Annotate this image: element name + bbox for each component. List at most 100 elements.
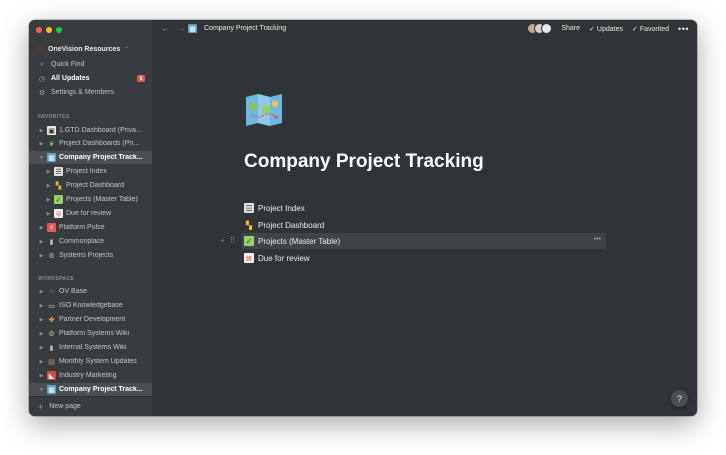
search-icon: ⌕ bbox=[40, 60, 44, 68]
expand-triangle-icon[interactable]: ▶ bbox=[38, 331, 45, 337]
link-label: Due for review bbox=[258, 253, 310, 263]
expand-triangle-icon[interactable]: ▶ bbox=[38, 345, 45, 351]
help-button[interactable]: ? bbox=[671, 390, 688, 407]
sidebar-item-platform-systems-wiki[interactable]: ▶ ⚙ Platform Systems Wiki bbox=[29, 327, 152, 340]
zoom-window-button[interactable] bbox=[56, 27, 62, 33]
expand-triangle-icon[interactable]: ▶ bbox=[38, 359, 45, 365]
quick-find-button[interactable]: ⌕ Quick Find bbox=[29, 58, 152, 71]
map-icon: ▦ bbox=[47, 385, 56, 394]
sidebar-item-systems-projects[interactable]: ▶ ⚙ Systems Projects bbox=[29, 249, 152, 262]
expand-triangle-icon[interactable]: ▶ bbox=[38, 128, 45, 134]
expand-triangle-icon[interactable]: ▶ bbox=[45, 169, 52, 175]
map-icon[interactable] bbox=[244, 93, 284, 127]
all-updates-button[interactable]: ◷ All Updates 5 bbox=[29, 72, 152, 85]
folder-check-icon: ✓ bbox=[54, 195, 63, 204]
share-button[interactable]: Share bbox=[561, 25, 580, 32]
gear-icon: ⚙ bbox=[38, 89, 46, 97]
expand-triangle-icon[interactable]: ▶ bbox=[45, 197, 52, 203]
close-window-button[interactable] bbox=[36, 27, 42, 33]
minimize-window-button[interactable] bbox=[46, 27, 52, 33]
sidebar-item-gtd-dashboard[interactable]: ▶ ▣ 1.GTD Dashboard (Priva... bbox=[29, 124, 152, 137]
sidebar-item-projects-master-table[interactable]: ▶ ✓ Projects (Master Table) bbox=[29, 193, 152, 206]
folder-check-icon: ✓ bbox=[244, 236, 254, 246]
table-icon: ☰ bbox=[244, 203, 254, 213]
gtd-icon: ▣ bbox=[47, 126, 56, 135]
window-controls bbox=[36, 27, 62, 33]
collapse-triangle-icon[interactable]: ▼ bbox=[38, 387, 45, 393]
expand-triangle-icon[interactable]: ▶ bbox=[38, 373, 45, 379]
expand-triangle-icon[interactable]: ▶ bbox=[38, 239, 45, 245]
plus-icon: + bbox=[38, 401, 44, 412]
forward-arrow-icon[interactable]: → bbox=[177, 23, 186, 33]
gear-icon: ⚙ bbox=[48, 252, 55, 260]
map-icon: ▦ bbox=[188, 24, 197, 33]
sidebar-item-iso-knowledgebase[interactable]: ▶ ▭ ISO Knowledgebase bbox=[29, 299, 152, 312]
settings-label: Settings & Members bbox=[51, 89, 115, 96]
workspace-switcher[interactable]: OneVision Resources ⌃ bbox=[36, 43, 148, 55]
calendar-icon: ▤ bbox=[244, 253, 254, 263]
sidebar-item-platform-pulse[interactable]: ▶ ⚡ Platform Pulse bbox=[29, 221, 152, 234]
app-window: OneVision Resources ⌃ ⌕ Quick Find ◷ All… bbox=[29, 20, 697, 416]
calendar-icon: ▤ bbox=[54, 209, 63, 218]
expand-triangle-icon[interactable]: ▶ bbox=[45, 183, 52, 189]
expand-triangle-icon[interactable]: ▶ bbox=[38, 289, 45, 295]
sidebar-item-internal-systems-wiki[interactable]: ▶ ▮ Internal Systems Wiki bbox=[29, 341, 152, 354]
expand-triangle-icon[interactable]: ▶ bbox=[38, 303, 45, 309]
pulse-icon: ⚡ bbox=[47, 223, 56, 232]
workspace-name: OneVision Resources bbox=[48, 45, 121, 53]
favorites-section-label: FAVORITES bbox=[38, 114, 70, 120]
drag-handle-icon[interactable]: ⠿ bbox=[230, 236, 236, 245]
page-link-project-index[interactable]: ☰ Project Index bbox=[242, 200, 606, 216]
link-label: Project Index bbox=[258, 203, 305, 213]
expand-triangle-icon[interactable]: ▶ bbox=[38, 225, 45, 231]
block-handle[interactable]: + ⠿ bbox=[220, 236, 236, 245]
sidebar-item-company-project-tracking[interactable]: ▼ ▦ Company Project Track... bbox=[29, 151, 152, 164]
megaphone-icon: ◣ bbox=[47, 371, 56, 380]
plus-icon[interactable]: + bbox=[220, 236, 225, 245]
breadcrumb[interactable]: ▦ Company Project Tracking bbox=[186, 24, 286, 33]
sidebar-item-industry-marketing[interactable]: ▶ ◣ Industry Marketing bbox=[29, 369, 152, 382]
back-arrow-icon[interactable]: ← bbox=[161, 23, 170, 33]
expand-triangle-icon[interactable]: ▶ bbox=[45, 211, 52, 217]
grid-icon: ▚ bbox=[245, 220, 253, 230]
page-link-project-dashboard[interactable]: ▚ Project Dashboard bbox=[242, 217, 606, 233]
sidebar: OneVision Resources ⌃ ⌕ Quick Find ◷ All… bbox=[29, 20, 152, 416]
sidebar-item-commonplace[interactable]: ▶ ▮ Commonplace bbox=[29, 235, 152, 248]
collaborator-avatars[interactable] bbox=[527, 23, 553, 34]
new-page-button[interactable]: + New page bbox=[29, 396, 152, 416]
link-label: Projects (Master Table) bbox=[258, 236, 341, 246]
page-title[interactable]: Company Project Tracking bbox=[244, 151, 484, 173]
updates-button[interactable]: ✓ Updates bbox=[589, 25, 623, 33]
check-icon: ✓ bbox=[631, 25, 638, 33]
sidebar-item-project-dashboard[interactable]: ▶ ▚ Project Dashboard bbox=[29, 179, 152, 192]
sidebar-item-project-dashboards[interactable]: ▶ ❦ Project Dashboards (Pri... bbox=[29, 137, 152, 150]
table-icon: ☰ bbox=[54, 167, 63, 176]
expand-triangle-icon[interactable]: ▶ bbox=[38, 317, 45, 323]
collapse-triangle-icon[interactable]: ▼ bbox=[38, 155, 45, 161]
link-label: Project Dashboard bbox=[258, 220, 325, 230]
page-link-due-for-review[interactable]: ▤ Due for review bbox=[242, 250, 606, 266]
sidebar-item-monthly-system-updates[interactable]: ▶ ▤ Monthly System Updates bbox=[29, 355, 152, 368]
page-link-projects-master-table[interactable]: + ⠿ ✓ Projects (Master Table) ••• bbox=[220, 233, 606, 249]
sidebar-item-due-for-review[interactable]: ▶ ▤ Due for review bbox=[29, 207, 152, 220]
workspace-section-label: WORKSPACE bbox=[38, 276, 75, 282]
workspace-logo-icon bbox=[36, 45, 44, 53]
sidebar-item-partner-development[interactable]: ▶ ✤ Partner Development bbox=[29, 313, 152, 326]
avatar bbox=[541, 23, 553, 34]
expand-triangle-icon[interactable]: ▶ bbox=[38, 141, 45, 147]
clock-icon: ◷ bbox=[38, 75, 46, 83]
grid-icon: ▚ bbox=[55, 182, 62, 190]
quick-find-label: Quick Find bbox=[51, 61, 85, 68]
sidebar-item-company-project-tracking-workspace[interactable]: ▼ ▦ Company Project Track... bbox=[29, 383, 152, 396]
more-options-icon[interactable]: ••• bbox=[678, 24, 689, 34]
map-icon: ▦ bbox=[47, 153, 56, 162]
sidebar-item-project-index[interactable]: ▶ ☰ Project Index bbox=[29, 165, 152, 178]
expand-triangle-icon[interactable]: ▶ bbox=[38, 253, 45, 259]
more-options-icon[interactable]: ••• bbox=[594, 236, 601, 243]
sidebar-item-ov-base[interactable]: ▶ ⌂ OV Base bbox=[29, 285, 152, 298]
puzzle-icon: ✤ bbox=[48, 316, 55, 324]
settings-members-button[interactable]: ⚙ Settings & Members bbox=[29, 86, 152, 99]
plant-icon: ❦ bbox=[48, 140, 55, 148]
favorited-button[interactable]: ✓ Favorited bbox=[632, 25, 669, 33]
new-page-label: New page bbox=[49, 403, 81, 410]
